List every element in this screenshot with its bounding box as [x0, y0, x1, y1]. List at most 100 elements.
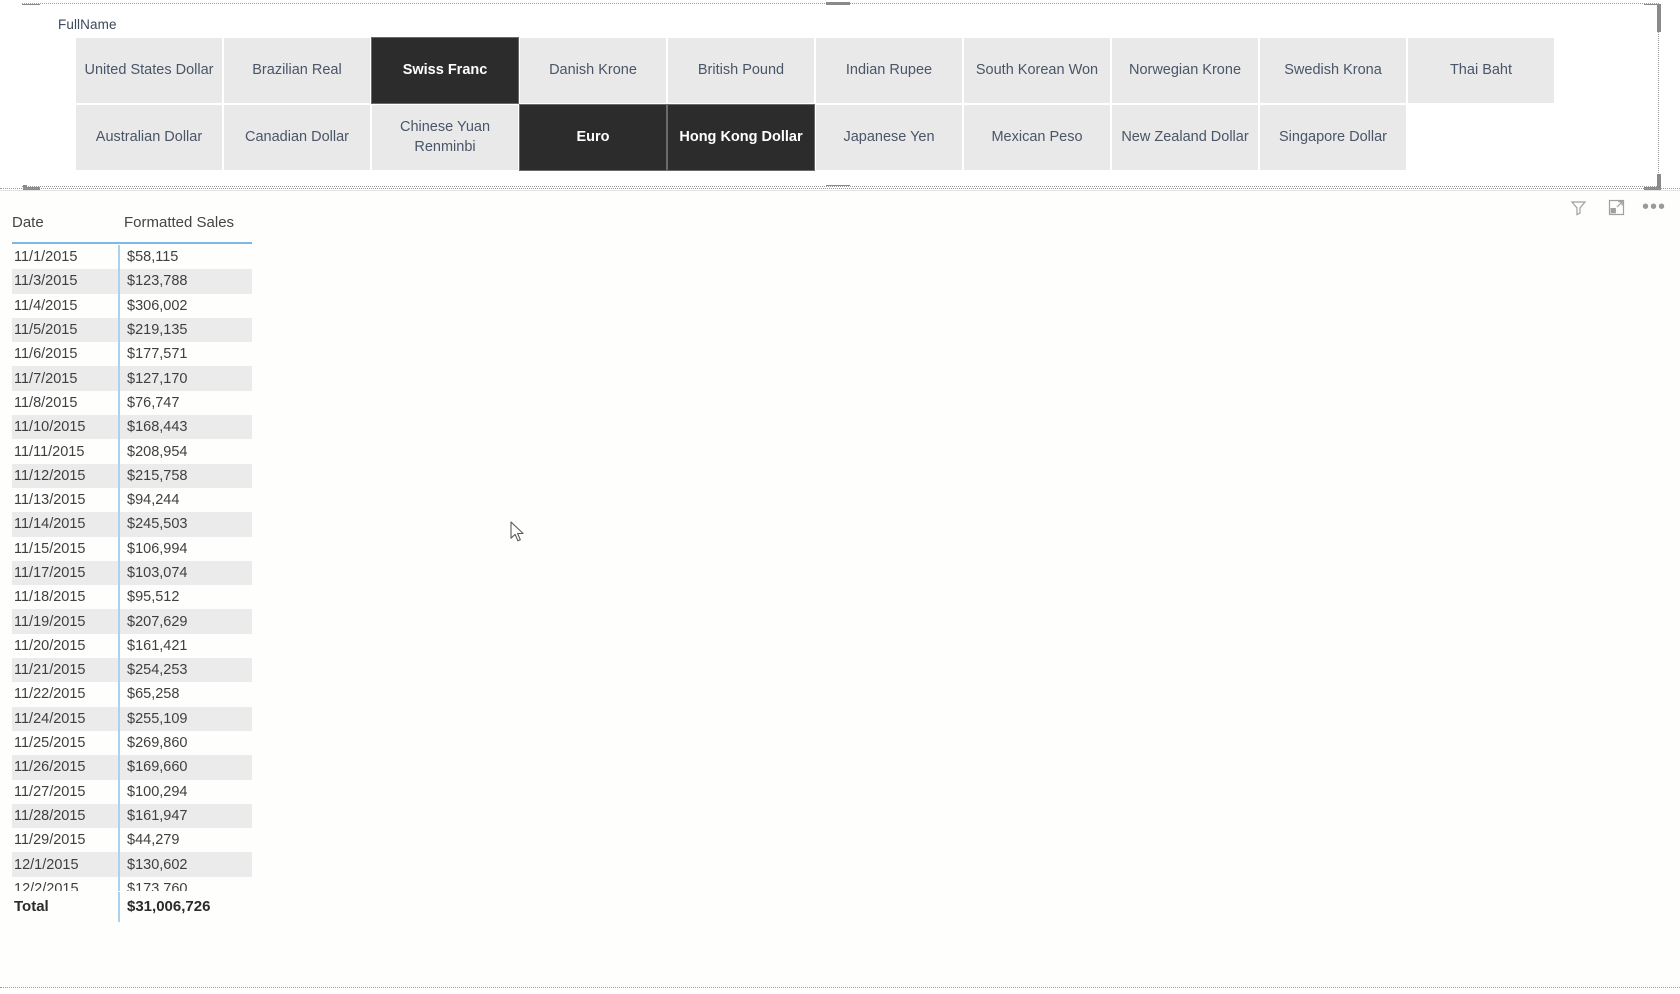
cell-sales: $95,512 — [118, 585, 252, 610]
table-row[interactable]: 11/24/2015 $255,109 — [12, 706, 272, 731]
slicer-tile[interactable]: Australian Dollar — [76, 105, 222, 170]
table-row[interactable]: 11/27/2015 $100,294 — [12, 779, 272, 804]
currency-slicer-visual[interactable]: FullName United States Dollar Brazilian R… — [22, 5, 1657, 185]
table-row[interactable]: 11/5/2015 $219,135 — [12, 317, 272, 343]
slicer-tile[interactable]: Indian Rupee — [816, 38, 962, 103]
cell-sales: $76,747 — [118, 390, 252, 416]
table-row[interactable]: 11/7/2015 $127,170 — [12, 366, 272, 391]
table-row[interactable]: 11/17/2015 $103,074 — [12, 560, 272, 586]
slicer-tile[interactable]: United States Dollar — [76, 38, 222, 103]
sales-table-grid[interactable]: Date Formatted Sales 11/1/2015 $58,115 11/… — [12, 210, 272, 922]
filter-icon[interactable] — [1568, 197, 1588, 217]
slicer-tile[interactable]: British Pound — [668, 38, 814, 103]
table-row[interactable]: 11/1/2015 $58,115 — [12, 245, 272, 270]
cell-date: 11/28/2015 — [12, 803, 118, 829]
slicer-tile[interactable]: Hong Kong Dollar — [668, 105, 814, 170]
table-row[interactable]: 11/12/2015 $215,758 — [12, 463, 272, 488]
cell-date: 11/1/2015 — [14, 249, 78, 266]
table-row[interactable]: 11/22/2015 $65,258 — [12, 682, 272, 707]
more-options-glyph: ••• — [1642, 196, 1667, 218]
cell-date: 11/20/2015 — [14, 637, 86, 654]
cell-date: 11/26/2015 — [12, 755, 118, 780]
cell-sales: $94,244 — [118, 487, 252, 513]
focus-mode-icon[interactable] — [1606, 197, 1626, 217]
cell-sales: $169,660 — [118, 755, 252, 780]
slicer-tile-list[interactable]: United States Dollar Brazilian Real Swiss … — [76, 38, 1646, 170]
slicer-tile[interactable]: Canadian Dollar — [224, 105, 370, 170]
cell-date: 11/13/2015 — [14, 492, 86, 509]
cell-sales: $306,002 — [118, 293, 252, 318]
total-label: Total — [14, 898, 49, 916]
more-options-icon[interactable]: ••• — [1642, 196, 1667, 218]
cell-sales: $215,758 — [118, 463, 252, 488]
cell-sales: $254,253 — [118, 658, 252, 683]
table-row[interactable]: 11/8/2015 $76,747 — [12, 390, 272, 416]
cell-date: 11/22/2015 — [14, 686, 86, 703]
cell-date: 11/12/2015 — [12, 463, 118, 488]
cell-sales: $127,170 — [118, 366, 252, 391]
cell-sales: $161,421 — [118, 633, 252, 659]
cell-sales: $269,860 — [118, 730, 252, 756]
table-row[interactable]: 11/19/2015 $207,629 — [12, 609, 272, 634]
cell-date: 11/24/2015 — [12, 706, 118, 731]
visual-header-icon-group[interactable]: ••• — [1568, 196, 1667, 218]
table-row[interactable]: 11/18/2015 $95,512 — [12, 585, 272, 610]
slicer-tile[interactable]: Mexican Peso — [964, 105, 1110, 170]
sales-table-visual[interactable]: ••• Date Formatted Sales 11/1/2015 $58,11… — [0, 190, 1680, 985]
table-row[interactable]: 11/20/2015 $161,421 — [12, 633, 272, 659]
cell-sales: $168,443 — [118, 415, 252, 440]
slicer-tile[interactable]: Thai Baht — [1408, 38, 1554, 103]
cell-sales: $208,954 — [118, 439, 252, 464]
cell-date: 11/5/2015 — [12, 317, 118, 343]
table-row[interactable]: 11/4/2015 $306,002 — [12, 293, 272, 318]
slicer-tile-empty-slot — [1408, 105, 1554, 170]
header-underline-rule — [12, 242, 252, 244]
slicer-tile[interactable]: Danish Krone — [520, 38, 666, 103]
cell-sales: $255,109 — [118, 706, 252, 731]
cell-date: 11/7/2015 — [12, 366, 118, 391]
cell-date: 11/25/2015 — [14, 735, 86, 752]
table-row[interactable]: 11/29/2015 $44,279 — [12, 828, 272, 853]
table-row[interactable]: 11/13/2015 $94,244 — [12, 487, 272, 513]
column-header-date[interactable]: Date — [12, 210, 118, 231]
cell-date: 11/10/2015 — [12, 415, 118, 440]
cell-sales: $106,994 — [118, 536, 252, 561]
total-value: $31,006,726 — [118, 891, 252, 922]
cell-sales: $219,135 — [118, 317, 252, 343]
table-row[interactable]: 11/25/2015 $269,860 — [12, 730, 272, 756]
slicer-tile[interactable]: Chinese Yuan Renminbi — [372, 105, 518, 170]
table-row[interactable]: 12/1/2015 $130,602 — [12, 852, 272, 877]
cell-date: 11/11/2015 — [14, 443, 85, 460]
table-header-row: Date Formatted Sales — [12, 210, 272, 242]
slicer-tile[interactable]: Singapore Dollar — [1260, 105, 1406, 170]
table-row[interactable]: 11/26/2015 $169,660 — [12, 755, 272, 780]
cell-date: 11/15/2015 — [14, 540, 86, 557]
cell-sales: $177,571 — [118, 342, 252, 367]
table-body[interactable]: 11/1/2015 $58,115 11/3/2015 $123,788 11/4/20… — [12, 245, 272, 877]
column-header-formatted-sales[interactable]: Formatted Sales — [118, 210, 264, 231]
slicer-tile[interactable]: Euro — [520, 105, 666, 170]
cell-date: 11/6/2015 — [14, 346, 78, 363]
slicer-tile[interactable]: Brazilian Real — [224, 38, 370, 103]
slicer-tile[interactable]: Swiss Franc — [372, 38, 518, 103]
slicer-tile[interactable]: New Zealand Dollar — [1112, 105, 1258, 170]
table-row[interactable]: 11/11/2015 $208,954 — [12, 439, 272, 464]
table-row[interactable]: 11/28/2015 $161,947 — [12, 803, 272, 829]
table-row[interactable]: 11/10/2015 $168,443 — [12, 415, 272, 440]
slicer-tile[interactable]: Swedish Krona — [1260, 38, 1406, 103]
table-row[interactable]: 11/15/2015 $106,994 — [12, 536, 272, 561]
cell-date: 11/14/2015 — [12, 512, 118, 537]
cell-date: 11/27/2015 — [14, 783, 86, 800]
cell-date: 11/17/2015 — [12, 560, 118, 586]
cell-date: 12/2/2015 — [14, 880, 79, 891]
slicer-tile[interactable]: Japanese Yen — [816, 105, 962, 170]
table-row[interactable]: 11/21/2015 $254,253 — [12, 658, 272, 683]
table-row[interactable]: 11/6/2015 $177,571 — [12, 342, 272, 367]
slicer-tile[interactable]: Norwegian Krone — [1112, 38, 1258, 103]
cell-sales: $130,602 — [118, 852, 252, 877]
table-row[interactable]: 11/14/2015 $245,503 — [12, 512, 272, 537]
table-row-clipped: 12/2/2015 $173,760 — [12, 876, 272, 891]
cell-date: 11/21/2015 — [12, 658, 118, 683]
table-row[interactable]: 11/3/2015 $123,788 — [12, 269, 272, 294]
slicer-tile[interactable]: South Korean Won — [964, 38, 1110, 103]
